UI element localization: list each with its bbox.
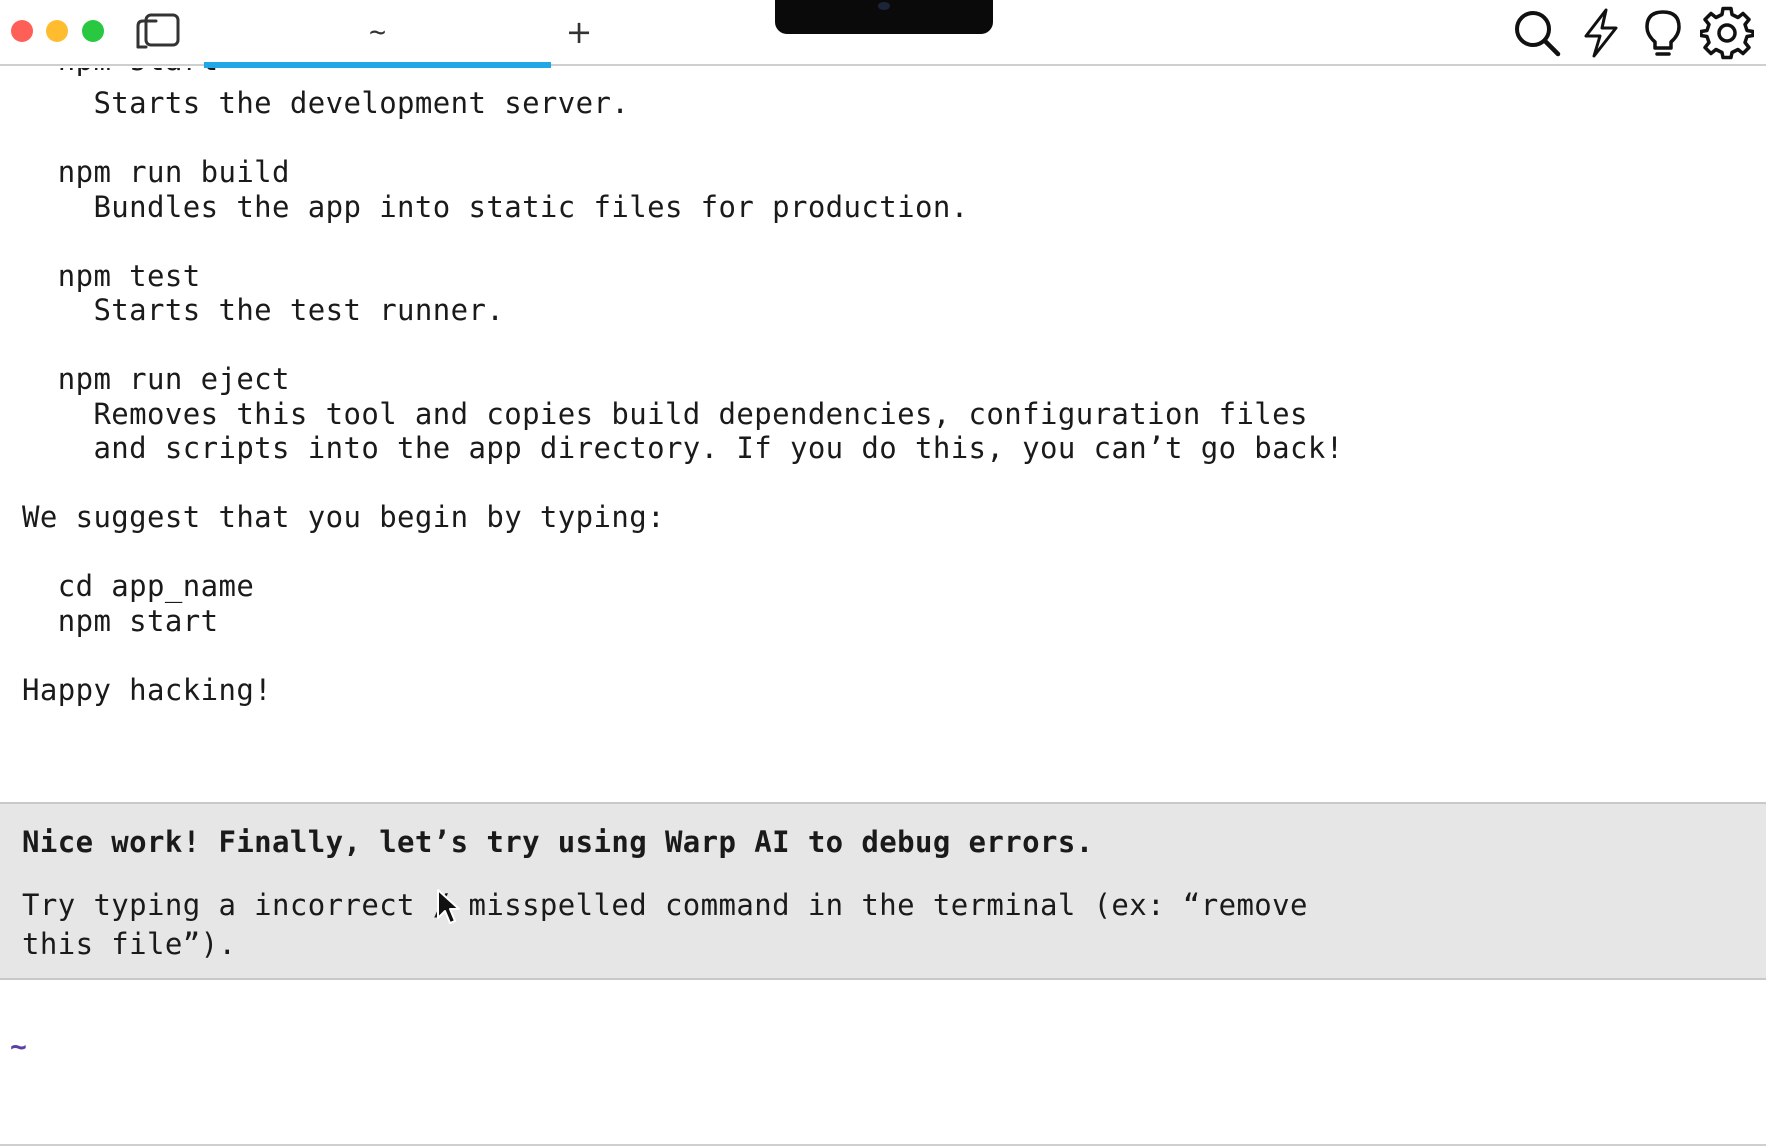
output-line: and scripts into the app directory. If y…: [22, 431, 1344, 465]
output-line: npm test: [22, 259, 201, 293]
output-line: Starts the development server.: [22, 86, 630, 120]
tab-home[interactable]: ~: [204, 0, 551, 68]
command-input[interactable]: [44, 1032, 1724, 1072]
camera-icon: [878, 2, 890, 10]
output-line: npm start: [22, 604, 219, 638]
output-line: cd app_name: [22, 569, 255, 603]
hint-title: Nice work! Finally, let’s try using Warp…: [22, 825, 1094, 859]
output-line: We suggest that you begin by typing:: [22, 500, 665, 534]
output-line: Bundles the app into static files for pr…: [22, 190, 969, 224]
close-window-button[interactable]: [11, 20, 33, 42]
minimize-window-button[interactable]: [46, 20, 68, 42]
split-panes-icon[interactable]: [134, 12, 182, 50]
tab-label: ~: [369, 14, 386, 48]
hint-body: Try typing a incorrect / misspelled comm…: [22, 888, 1326, 961]
output-line: npm start: [22, 68, 218, 78]
camera-notch: [775, 0, 993, 34]
warp-terminal-window: ~ + npm start Starts the developm: [0, 0, 1766, 1146]
prompt-area[interactable]: ~: [0, 980, 1766, 1146]
title-bar: ~ +: [0, 0, 1766, 68]
gear-icon[interactable]: [1700, 6, 1754, 60]
lightbulb-icon[interactable]: [1636, 6, 1690, 60]
output-line: npm run eject: [22, 362, 290, 396]
output-line: Starts the test runner.: [22, 293, 505, 327]
output-line: Happy hacking!: [22, 673, 273, 707]
prompt-directory: ~: [10, 1030, 27, 1063]
search-icon[interactable]: [1510, 6, 1564, 60]
new-tab-button[interactable]: +: [564, 14, 594, 50]
output-line: Removes this tool and copies build depen…: [22, 397, 1308, 431]
onboarding-hint-panel: Nice work! Finally, let’s try using Warp…: [0, 802, 1766, 980]
output-line: npm run build: [22, 155, 290, 189]
mouse-pointer-icon: [437, 889, 460, 924]
terminal-output: npm start Starts the development server.…: [0, 68, 1766, 802]
lightning-icon[interactable]: [1574, 6, 1628, 60]
maximize-window-button[interactable]: [82, 20, 104, 42]
